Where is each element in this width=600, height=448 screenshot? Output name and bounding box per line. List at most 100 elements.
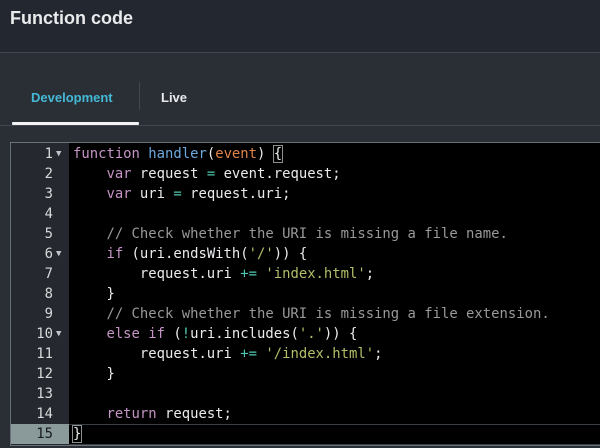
line-number: 3: [44, 186, 53, 202]
code-text: request.uri += 'index.html';: [73, 264, 374, 284]
token-kw: else if: [106, 326, 165, 342]
token-str: 'index.html': [265, 266, 366, 282]
token-pl: ;: [374, 346, 383, 362]
token-op: +=: [240, 346, 257, 362]
token-kw: var: [106, 166, 132, 182]
line-number: 1: [44, 146, 53, 162]
code-line[interactable]: 6 ▼ if (uri.endsWith('/')) {: [11, 244, 600, 264]
code-text: }: [73, 364, 115, 384]
token-bm: {: [272, 145, 284, 163]
code-text: request.uri += '/index.html';: [73, 344, 383, 364]
code-line[interactable]: 1 ▼ function handler(event) {: [11, 144, 600, 164]
line-number: 11: [36, 346, 53, 362]
code-text: if (uri.endsWith('/')) {: [73, 244, 307, 264]
token-pl: request;: [156, 406, 232, 422]
code-line[interactable]: 8 }: [11, 284, 600, 304]
token-param: event: [215, 146, 258, 162]
token-pl: request.uri: [73, 346, 241, 362]
token-pl: )) {: [273, 246, 308, 262]
code-line[interactable]: 5 // Check whether the URI is missing a …: [11, 224, 600, 244]
code-text: return request;: [73, 404, 232, 424]
line-number: 12: [36, 366, 53, 382]
token-pl: )) {: [323, 326, 358, 342]
token-pl: }: [73, 286, 115, 302]
code-text: var uri = request.uri;: [73, 184, 290, 204]
line-number: 4: [44, 206, 53, 222]
line-number: 2: [44, 166, 53, 182]
token-pl: uri: [131, 186, 174, 202]
code-line[interactable]: 11 request.uri += '/index.html';: [11, 344, 600, 364]
line-number: 9: [44, 306, 53, 322]
code-editor[interactable]: 1 ▼ function handler(event) {2 var request…: [10, 142, 600, 446]
token-cm: // Check whether the URI is missing a fi…: [106, 306, 550, 322]
token-op: +=: [240, 266, 257, 282]
line-number: 5: [44, 226, 53, 242]
line-number: 13: [36, 386, 53, 402]
tab-divider: [139, 82, 140, 110]
code-text: function handler(event) {: [73, 144, 284, 164]
code-line[interactable]: 10 ▼ else if (!uri.includes('.')) {: [11, 324, 600, 344]
active-line-highlight: [69, 424, 600, 445]
token-kw: return: [106, 406, 157, 422]
panel-header: Function code: [0, 0, 600, 53]
line-number: 10: [36, 326, 53, 342]
code-line[interactable]: 7 request.uri += 'index.html';: [11, 264, 600, 284]
code-text: }: [73, 284, 115, 304]
code-text: }: [71, 424, 83, 444]
tab-live[interactable]: Live: [161, 90, 187, 105]
token-kw: if: [106, 246, 124, 262]
token-bm: }: [71, 425, 83, 443]
token-pl: (: [206, 146, 216, 162]
token-pl: ;: [365, 266, 375, 282]
code-line[interactable]: 12 }: [11, 364, 600, 384]
panel-title: Function code: [10, 8, 133, 28]
token-pl: (uri.endsWith(: [123, 246, 249, 262]
token-str: '.': [298, 326, 324, 342]
token-pl: }: [73, 366, 115, 382]
code-line[interactable]: 2 var request = event.request;: [11, 164, 600, 184]
token-op: =: [206, 166, 216, 182]
line-number: 6: [44, 246, 53, 262]
token-pl: ): [257, 146, 274, 162]
fold-toggle-icon[interactable]: ▼: [56, 144, 61, 164]
tab-bar: Development Live: [0, 74, 600, 126]
token-pl: uri.includes(: [190, 326, 299, 342]
token-pl: (: [165, 326, 182, 342]
token-op: =: [173, 186, 182, 202]
code-line[interactable]: 15}: [11, 424, 600, 445]
token-pl: request.uri;: [181, 186, 291, 202]
token-str: '/': [248, 246, 274, 262]
active-tab-indicator: [12, 122, 139, 125]
code-text: // Check whether the URI is missing a fi…: [73, 304, 550, 324]
line-number: 8: [44, 286, 53, 302]
token-kw: var: [106, 186, 132, 202]
code-line[interactable]: 9 // Check whether the URI is missing a …: [11, 304, 600, 324]
code-text: // Check whether the URI is missing a fi…: [73, 224, 508, 244]
line-number: 14: [36, 406, 53, 422]
fold-toggle-icon[interactable]: ▼: [56, 324, 61, 344]
code-text: else if (!uri.includes('.')) {: [73, 324, 357, 344]
code-line[interactable]: 3 var uri = request.uri;: [11, 184, 600, 204]
token-kw: function: [73, 146, 140, 162]
line-number: 15: [36, 426, 53, 442]
code-line[interactable]: 13: [11, 384, 600, 404]
code-line[interactable]: 14 return request;: [11, 404, 600, 424]
token-fn: handler: [148, 146, 207, 162]
code-text: var request = event.request;: [73, 164, 341, 184]
token-op: !: [181, 326, 191, 342]
token-pl: event.request;: [215, 166, 341, 182]
code-line[interactable]: 4: [11, 204, 600, 224]
fold-toggle-icon[interactable]: ▼: [56, 244, 61, 264]
token-pl: request.uri: [73, 266, 241, 282]
token-cm: // Check whether the URI is missing a fi…: [106, 226, 508, 242]
tab-development[interactable]: Development: [31, 90, 113, 105]
line-number: 7: [44, 266, 53, 282]
token-str: '/index.html': [265, 346, 375, 362]
